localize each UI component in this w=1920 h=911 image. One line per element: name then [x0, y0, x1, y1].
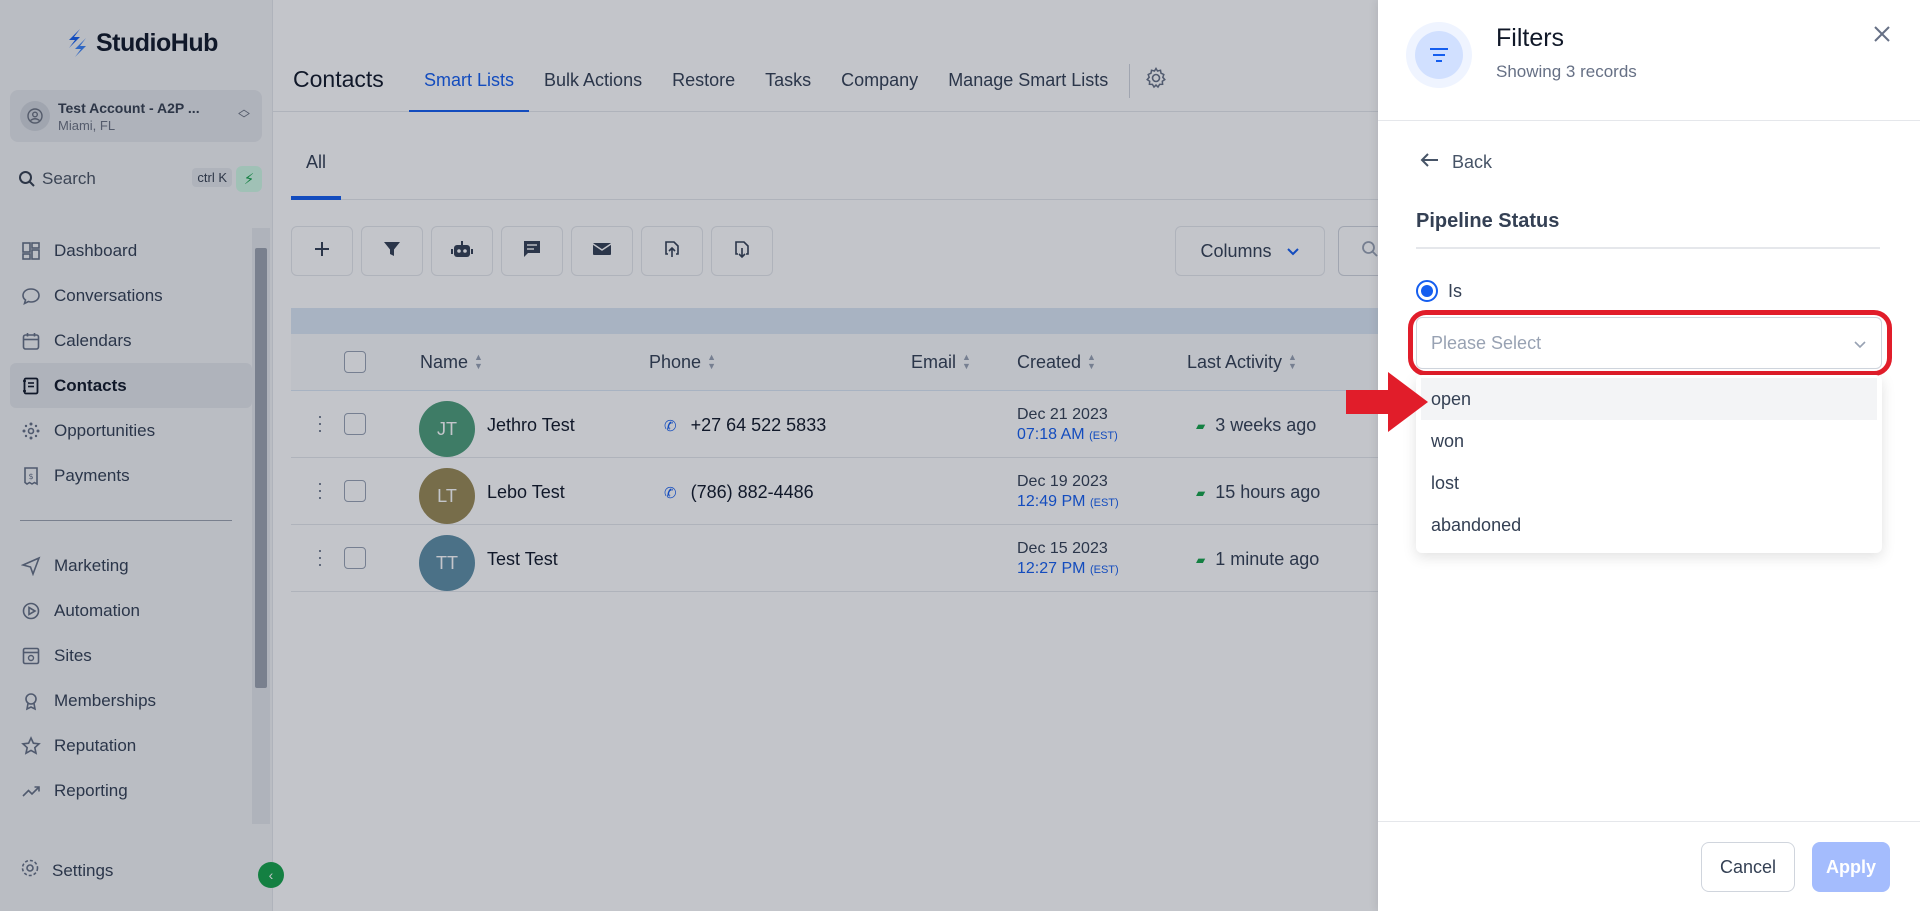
modal-backdrop[interactable]	[0, 0, 1378, 911]
radio-label: Is	[1448, 280, 1463, 301]
close-icon[interactable]	[1872, 20, 1892, 51]
option-lost[interactable]: lost	[1421, 462, 1877, 504]
option-open[interactable]: open	[1421, 378, 1877, 420]
option-won[interactable]: won	[1421, 420, 1877, 462]
radio-button[interactable]	[1416, 280, 1438, 302]
filters-subtitle: Showing 3 records	[1496, 62, 1637, 81]
back-button[interactable]: Back	[1420, 152, 1492, 173]
apply-button[interactable]: Apply	[1812, 842, 1890, 892]
pipeline-status-select[interactable]: Please Select	[1416, 317, 1882, 369]
option-abandoned[interactable]: abandoned	[1421, 504, 1877, 546]
filters-header: Filters Showing 3 records	[1378, 0, 1920, 121]
filters-panel: Filters Showing 3 records Back Pipeline …	[1346, 0, 1920, 911]
annotation-arrow-icon	[1346, 370, 1430, 439]
chevron-down-icon	[1853, 334, 1867, 355]
operator-is[interactable]: Is	[1416, 280, 1462, 302]
filter-lines-icon	[1406, 22, 1472, 88]
select-placeholder: Please Select	[1431, 332, 1542, 353]
pipeline-status-dropdown: open won lost abandoned	[1416, 375, 1882, 553]
filters-footer: Cancel Apply	[1378, 821, 1920, 911]
cancel-button[interactable]: Cancel	[1701, 842, 1795, 892]
back-label: Back	[1452, 152, 1493, 172]
filters-title: Filters	[1496, 24, 1565, 52]
arrow-left-icon	[1420, 152, 1440, 173]
filter-section-title: Pipeline Status	[1416, 210, 1880, 249]
